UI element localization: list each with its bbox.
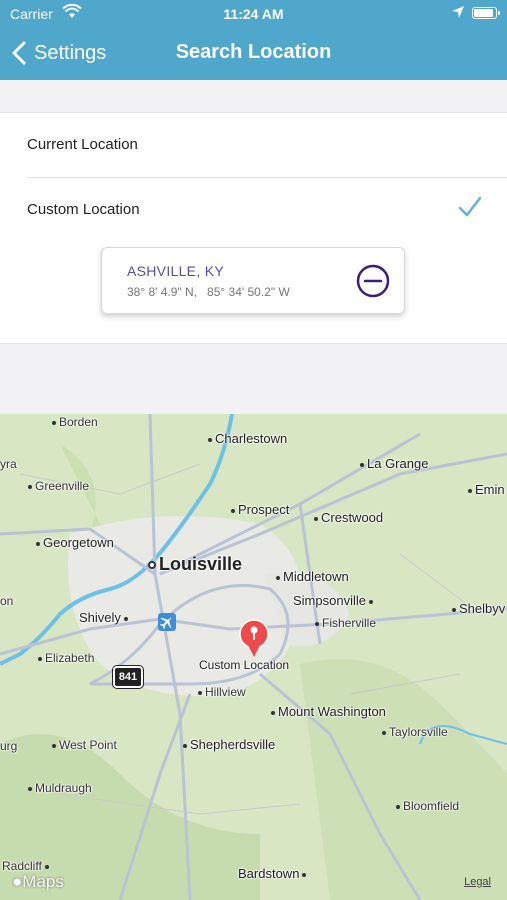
place-muldraugh: Muldraugh — [28, 781, 92, 795]
airport-icon — [158, 613, 176, 631]
place-shepherdsville: Shepherdsville — [183, 737, 275, 752]
maps-logo: ●Maps — [12, 872, 64, 891]
battery-icon — [472, 7, 500, 19]
place-prospect: Prospect — [231, 502, 289, 517]
place-greenville: Greenville — [28, 479, 89, 493]
place-on: on — [0, 594, 14, 608]
place-louisville: Louisville — [148, 554, 242, 575]
place-mount-washington: Mount Washington — [271, 704, 386, 719]
place-urg: urg — [0, 739, 18, 753]
place-simpsonville: Simpsonville — [293, 593, 376, 608]
place-elizabeth: Elizabeth — [38, 651, 94, 665]
custom-location-option[interactable]: Custom Location — [0, 178, 507, 242]
place-emin: Emin — [468, 482, 505, 497]
place-la-grange: La Grange — [360, 456, 428, 471]
place-georgetown: Georgetown — [36, 535, 114, 550]
remove-location-button[interactable] — [356, 264, 390, 303]
place-bloomfield: Bloomfield — [396, 799, 459, 813]
map-view[interactable]: Borden Charlestown yra La Grange Greenvi… — [0, 414, 507, 900]
place-charlestown: Charlestown — [208, 431, 287, 446]
place-radcliff: Radcliff — [2, 859, 52, 873]
minus-circle-icon — [356, 264, 390, 298]
apple-icon: ● — [12, 872, 23, 891]
page-title: Search Location — [175, 41, 332, 63]
place-fisherville: Fisherville — [315, 616, 376, 630]
pin-label: Custom Location — [199, 658, 290, 672]
current-location-option[interactable]: Current Location — [0, 113, 507, 177]
custom-location-label: Custom Location — [27, 201, 140, 218]
place-shively: Shively — [79, 610, 131, 625]
location-coordinates: 38° 8' 4.9" N, 85° 34' 50.2" W — [127, 285, 290, 299]
custom-location-card: ASHVILLE, KY 38° 8' 4.9" N, 85° 34' 50.2… — [101, 247, 405, 314]
place-west-point: West Point — [52, 738, 117, 752]
place-shelbyville: Shelbyv — [452, 601, 505, 616]
location-name: ASHVILLE, KY — [127, 263, 224, 279]
checkmark-icon — [458, 196, 482, 223]
place-borden: Borden — [52, 415, 98, 429]
place-middletown: Middletown — [276, 569, 349, 584]
place-yra: yra — [0, 457, 17, 471]
navigation-bar: Settings Search Location — [0, 28, 507, 80]
route-shield: 841 — [112, 665, 144, 689]
status-time: 11:24 AM — [223, 6, 284, 22]
status-bar: Carrier 11:24 AM — [0, 0, 507, 28]
current-location-label: Current Location — [27, 136, 138, 153]
location-arrow-icon — [451, 5, 465, 22]
location-options: Current Location Custom Location ASHVILL… — [0, 112, 507, 344]
legal-link[interactable]: Legal — [464, 876, 491, 888]
place-taylorsville: Taylorsville — [382, 725, 448, 739]
place-hillview: Hillview — [198, 685, 246, 699]
place-crestwood: Crestwood — [314, 510, 383, 525]
place-bardstown: Bardstown — [238, 866, 309, 881]
